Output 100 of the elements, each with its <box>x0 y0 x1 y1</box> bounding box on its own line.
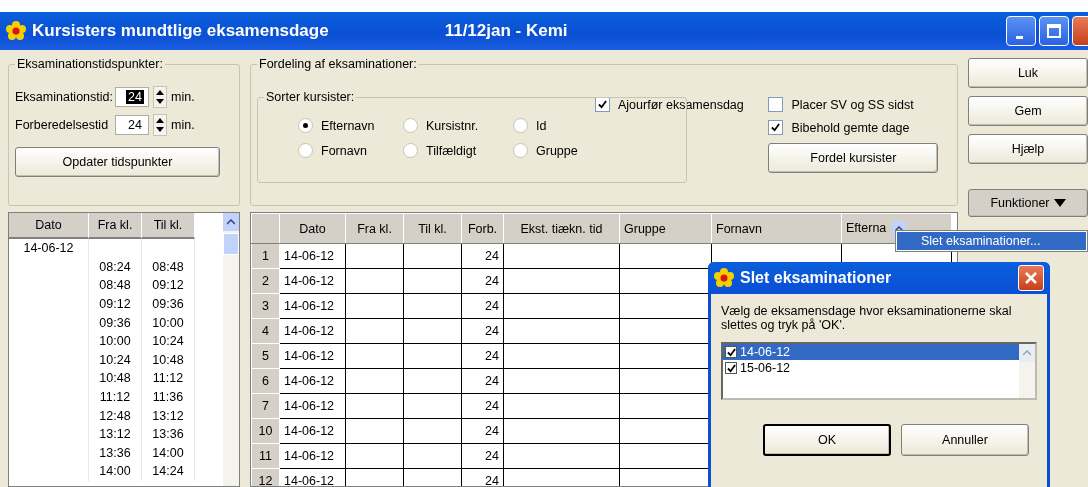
list-cell: 10:24 <box>89 350 142 370</box>
scrollbar[interactable] <box>223 213 239 486</box>
table-cell: 14-06-12 <box>279 268 346 294</box>
field-label: Eksaminationstid: <box>15 90 111 104</box>
radio-button[interactable] <box>513 143 528 158</box>
number-field[interactable]: 24 <box>115 87 149 107</box>
checkbox-label: Bibehold gemte dage <box>791 120 910 135</box>
window-subtitle: 11/12jan - Kemi <box>444 21 568 41</box>
list-cell: 10:00 <box>142 313 195 332</box>
radio-label: Kursistnr. <box>426 118 479 133</box>
radio-button[interactable] <box>298 143 313 158</box>
list-cell: 12:48 <box>89 406 142 425</box>
list-item[interactable]: 15-06-12 <box>723 360 1019 376</box>
caret-icon <box>1053 198 1066 208</box>
close-button[interactable] <box>1018 265 1044 291</box>
row-number: 4 <box>251 318 280 344</box>
list-cell: 13:12 <box>89 424 142 444</box>
column-header[interactable]: Dato <box>279 213 346 244</box>
checkbox[interactable] <box>768 120 784 135</box>
field-label: Forberedelsestid <box>15 118 110 132</box>
list-cell: 14:00 <box>89 462 142 481</box>
table-cell: 24 <box>461 318 504 344</box>
scroll-thumb[interactable] <box>223 233 239 255</box>
scroll-up-icon[interactable] <box>227 219 235 225</box>
list-cell: 13:12 <box>142 406 195 425</box>
radio-button[interactable] <box>513 118 528 133</box>
menu-item[interactable]: Slet eksaminationer... <box>897 232 1086 250</box>
column-header[interactable]: Fra kl. <box>345 213 404 244</box>
dialog-title: Slet eksaminationer <box>740 269 892 287</box>
close-icon <box>1024 271 1038 285</box>
list-cell: 14:00 <box>142 443 195 463</box>
side-button[interactable]: Hjælp <box>968 134 1088 164</box>
list-cell: 14-06-12 <box>9 239 89 258</box>
table-cell: 24 <box>461 243 504 269</box>
radio-label: Tilfældigt <box>426 143 477 158</box>
checkbox-label: Placer SV og SS sidst <box>791 97 914 112</box>
column-header[interactable]: Til kl. <box>142 213 195 239</box>
column-header[interactable]: Forb. <box>461 213 504 244</box>
maximize-button[interactable] <box>1039 16 1069 46</box>
table-cell: 24 <box>461 268 504 294</box>
row-number: 3 <box>251 293 280 319</box>
column-header[interactable]: Ekst. tiækn. tid <box>503 213 620 244</box>
checkbox[interactable] <box>768 97 784 112</box>
list-cell: 09:36 <box>142 294 195 314</box>
column-header[interactable]: Dato <box>9 213 89 239</box>
list-cell: 09:12 <box>142 276 195 295</box>
list-cell: 11:36 <box>142 387 195 407</box>
row-number: 11 <box>251 443 280 469</box>
list-cell: 14:24 <box>142 462 195 481</box>
table-cell: 24 <box>461 418 504 444</box>
checkmark-icon <box>598 100 607 109</box>
dialog-message: Vælg de eksamensdage hvor eksaminationerne skal slettes og tryk på 'OK'. <box>720 303 1013 334</box>
flower-icon <box>714 268 734 288</box>
column-header[interactable]: Fornavn <box>711 213 842 244</box>
list-cell: 09:12 <box>89 294 142 314</box>
table-cell: 24 <box>461 368 504 394</box>
table-cell: 14-06-12 <box>279 343 346 369</box>
table-cell: 14-06-12 <box>279 368 346 394</box>
list-cell: 10:48 <box>89 369 142 388</box>
list-cell: 08:24 <box>89 257 142 277</box>
table-cell: 24 <box>461 293 504 319</box>
dialog-button[interactable]: Annuller <box>901 424 1029 456</box>
dialog-button[interactable]: OK <box>763 424 891 456</box>
number-field[interactable]: 24 <box>115 115 149 135</box>
functions-button[interactable]: Funktioner <box>968 189 1088 217</box>
list-cell: 09:36 <box>89 313 142 332</box>
minimize-icon <box>1015 35 1023 39</box>
group-title: Eksaminationstidspunkter: <box>15 57 165 71</box>
side-button[interactable]: Luk <box>968 58 1088 88</box>
radio-button[interactable] <box>298 118 313 133</box>
list-item[interactable]: 14-06-12 <box>723 344 1019 360</box>
row-number: 2 <box>251 268 280 294</box>
spinner-icon[interactable] <box>153 86 167 108</box>
column-header[interactable]: Til kl. <box>403 213 462 244</box>
row-number: 1 <box>251 243 280 269</box>
list-cell: 10:00 <box>89 331 142 351</box>
list-cell: 13:36 <box>142 424 195 444</box>
column-header[interactable]: Gruppe <box>619 213 712 244</box>
radio-button[interactable] <box>403 118 418 133</box>
checkbox-label: Ajourfør eksamensdag <box>618 97 744 112</box>
side-button[interactable]: Gem <box>968 96 1088 126</box>
radio-button[interactable] <box>403 143 418 158</box>
spinner-icon[interactable] <box>153 114 167 136</box>
table-cell: 24 <box>461 443 504 469</box>
list-cell: 08:48 <box>142 257 195 277</box>
update-button[interactable]: Opdater tidspunkter <box>15 147 220 177</box>
radio-label: Id <box>536 118 547 133</box>
minimize-button[interactable] <box>1006 16 1036 46</box>
row-number: 6 <box>251 368 280 394</box>
table-cell: 14-06-12 <box>279 318 346 344</box>
column-header[interactable]: Fra kl. <box>89 213 142 239</box>
group-title: Fordeling af eksaminationer: <box>257 57 419 71</box>
maximize-icon <box>1047 24 1061 38</box>
list-cell: 08:48 <box>89 276 142 295</box>
radio-label: Fornavn <box>321 143 367 158</box>
flower-icon <box>6 21 26 41</box>
list-cell: 10:48 <box>142 350 195 370</box>
table-cell: 14-06-12 <box>279 418 346 444</box>
distribute-button[interactable]: Fordel kursister <box>768 143 939 173</box>
scrollbar[interactable] <box>1019 344 1035 398</box>
